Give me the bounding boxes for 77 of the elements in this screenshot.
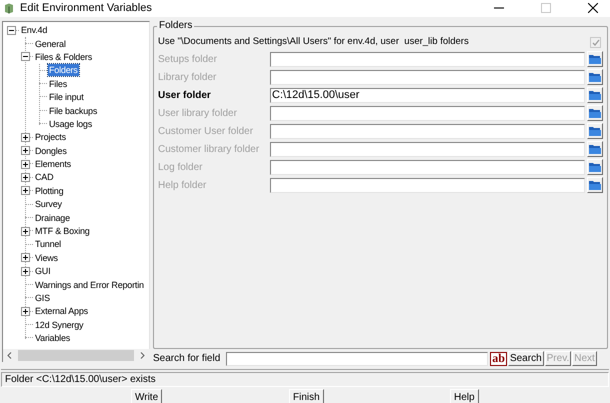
dialog-button[interactable]: Write: [131, 388, 162, 403]
scroll-right-icon[interactable]: [139, 352, 146, 358]
tree-item[interactable]: MTF & Boxing: [34, 225, 91, 238]
browse-button[interactable]: [587, 141, 603, 157]
tree-item[interactable]: Usage logs: [48, 118, 94, 130]
search-field[interactable]: [226, 352, 488, 366]
folder-icon: [589, 54, 601, 64]
tree-item[interactable]: Drainage: [34, 212, 71, 224]
browse-button[interactable]: [587, 123, 603, 139]
option-label: Use "\Documents and Settings\All Users" for env.4d, user user_lib folders: [158, 35, 469, 50]
browse-button[interactable]: [587, 87, 603, 103]
dialog-button[interactable]: Finish: [289, 388, 324, 403]
collapse-icon[interactable]: [7, 26, 16, 35]
folder-icon: [589, 108, 601, 118]
expand-icon[interactable]: [21, 172, 30, 182]
tree-item[interactable]: Files & Folders: [34, 50, 94, 63]
status-bar: Folder <C:\12d\15.00\user> exists: [1, 372, 609, 386]
tree-item[interactable]: File backups: [48, 104, 98, 117]
field-label: User library folder: [158, 106, 238, 120]
field-label: Help folder: [158, 178, 208, 192]
expand-icon[interactable]: [21, 186, 30, 196]
folder-icon: [589, 162, 601, 172]
tree-item[interactable]: Dongles: [34, 144, 68, 157]
expand-icon[interactable]: [21, 266, 30, 276]
tree-item[interactable]: Files: [48, 78, 68, 90]
dialog-button[interactable]: Help: [450, 388, 479, 403]
tree-item[interactable]: Warnings and Error Reportin: [34, 278, 145, 291]
folder-icon: [589, 180, 601, 190]
app-icon: [4, 2, 14, 14]
tree-item[interactable]: Folders: [48, 64, 79, 76]
field-label: Customer User folder: [158, 124, 254, 138]
tree-item[interactable]: Views: [34, 252, 59, 264]
expand-icon[interactable]: [21, 306, 30, 316]
expand-icon[interactable]: [21, 146, 30, 156]
folder-icon: [589, 126, 601, 136]
folder-field[interactable]: C:\12d\15.00\user: [270, 88, 585, 102]
tree-item[interactable]: Elements: [34, 158, 72, 170]
tree-item[interactable]: Projects: [34, 131, 67, 144]
browse-button[interactable]: [587, 177, 603, 193]
group-title: Folders: [157, 18, 194, 32]
field-label: Setups folder: [158, 52, 218, 66]
tree-item[interactable]: External Apps: [34, 305, 89, 318]
tree-item[interactable]: General: [34, 38, 67, 50]
horizontal-scrollbar[interactable]: [2, 348, 150, 362]
match-case-button[interactable]: ab: [490, 352, 507, 366]
browse-button[interactable]: [587, 159, 603, 175]
search-label: Search for field: [153, 352, 220, 366]
browse-button[interactable]: [587, 69, 603, 85]
expand-icon[interactable]: [21, 226, 30, 236]
close-icon[interactable]: [588, 3, 598, 14]
tree-item[interactable]: Plotting: [34, 184, 64, 197]
tree-item[interactable]: CAD: [34, 171, 54, 184]
tree-item[interactable]: Variables: [34, 332, 72, 344]
expand-icon[interactable]: [21, 132, 30, 142]
tree-item[interactable]: GIS: [34, 292, 51, 304]
browse-button[interactable]: [587, 105, 603, 121]
folder-icon: [589, 144, 601, 154]
field-label: Log folder: [158, 160, 204, 174]
folder-icon: [589, 72, 601, 82]
tree-item[interactable]: Tunnel: [34, 238, 62, 250]
field-label: Customer library folder: [158, 142, 260, 156]
tree-item[interactable]: 12d Synergy: [34, 318, 84, 331]
tree-item[interactable]: File input: [48, 91, 85, 104]
folder-icon: [589, 90, 601, 100]
search-button[interactable]: Search: [508, 351, 544, 366]
scroll-left-icon[interactable]: [6, 352, 13, 358]
tree-item[interactable]: Env.4d: [20, 24, 48, 36]
expand-icon[interactable]: [21, 253, 30, 262]
collapse-icon[interactable]: [21, 52, 30, 62]
scrollbar-thumb[interactable]: [18, 350, 134, 360]
tree-item[interactable]: GUI: [34, 265, 52, 278]
field-label: Library folder: [158, 70, 218, 84]
field-label: User folder: [158, 88, 212, 102]
tree-item[interactable]: Survey: [34, 198, 63, 210]
browse-button[interactable]: [587, 51, 603, 67]
window-title: Edit Environment Variables: [20, 1, 152, 16]
expand-icon[interactable]: [21, 160, 30, 169]
